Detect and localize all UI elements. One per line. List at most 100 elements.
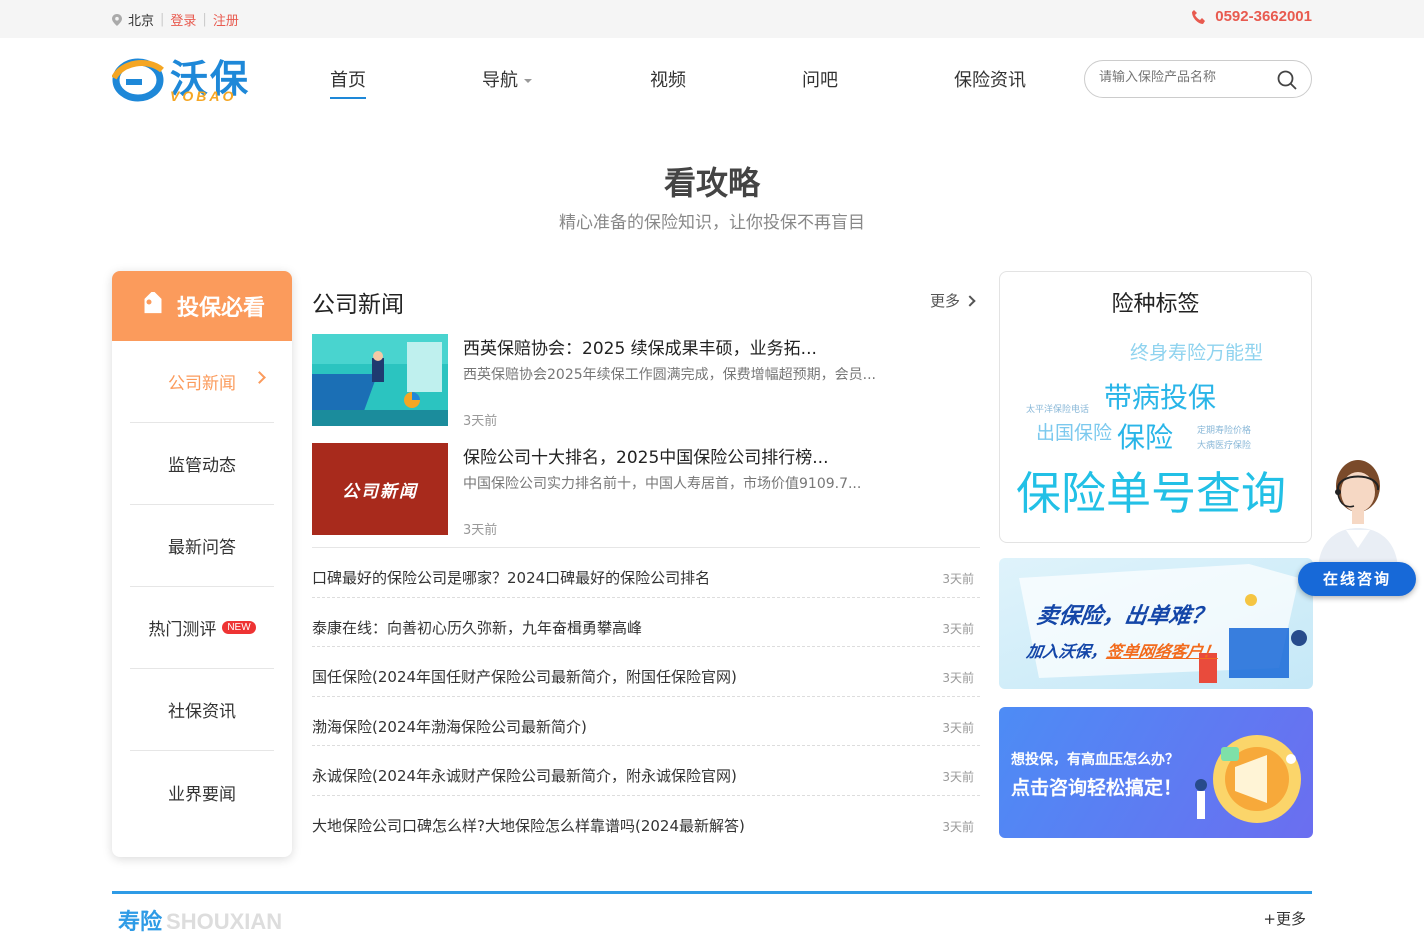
list-item-time: 3天前 [942, 770, 974, 784]
featured-article[interactable]: 公司新闻 保险公司十大排名，2025中国保险公司排行榜... 中国保险公司实力排… [312, 443, 980, 538]
list-item[interactable]: 渤海保险(2024年渤海保险公司最新简介) 3天前 [312, 695, 980, 746]
location-pin-icon [112, 13, 122, 26]
list-item-time: 3天前 [942, 621, 974, 636]
agent-avatar [1318, 460, 1398, 572]
search-box [1084, 60, 1312, 98]
list-item[interactable]: 永诚保险(2024年永诚财产保险公司最新简介，附永诚保险官网) 3天前 [312, 745, 980, 795]
nav-video[interactable]: 视频 [650, 66, 686, 92]
list-item[interactable]: 大地保险公司口碑怎么样?大地保险怎么样靠谱吗(2024最新解答) 3天前 [312, 794, 980, 845]
banner-subline-part: 加入沃保， [1025, 642, 1109, 661]
banner-cta: 点击咨询轻松搞定！ [1011, 777, 1183, 799]
sidebar-item-latest-qa[interactable]: 最新问答 [130, 505, 274, 587]
sidebar-item-social-security[interactable]: 社保资讯 [130, 669, 274, 751]
tag-link[interactable]: 大病医疗保险 [1197, 438, 1251, 451]
section-title-en: SHOUXIAN [166, 909, 283, 933]
city-selector[interactable]: 北京 [128, 10, 154, 29]
sidebar-item-label: 公司新闻 [168, 374, 236, 394]
divider: | [202, 12, 207, 27]
list-item-time: 3天前 [942, 819, 974, 834]
nav-home[interactable]: 首页 [330, 66, 366, 99]
tag-link[interactable]: 终身寿险万能型 [1130, 338, 1263, 365]
login-link[interactable]: 登录 [170, 10, 196, 29]
online-consult-button[interactable]: 在线咨询 [1298, 562, 1416, 596]
list-item-title[interactable]: 永诚保险(2024年永诚财产保险公司最新简介，附永诚保险官网) [312, 765, 737, 786]
tag-cloud: 险种标签 终身寿险万能型 带病投保 太平洋保险电话 出国保险 保险 定期寿险价格… [999, 271, 1312, 543]
logo-mark-icon [112, 58, 164, 102]
agent-recruit-banner[interactable]: 卖保险，出单难？ 加入沃保，签单网络客户！ [999, 558, 1313, 689]
hotline: 0592-3662001 [1191, 8, 1312, 25]
office-illustration [312, 334, 448, 426]
article-title[interactable]: 保险公司十大排名，2025中国保险公司排行榜... [463, 443, 828, 468]
hotline-number: 0592-3662001 [1215, 8, 1312, 25]
sidebar-item-company-news[interactable]: 公司新闻 [130, 341, 274, 423]
search-icon[interactable] [1277, 70, 1297, 90]
list-item-time: 3天前 [942, 720, 974, 735]
tag-link[interactable]: 太平洋保险电话 [1026, 402, 1089, 415]
tag-link[interactable]: 保险单号查询 [1016, 457, 1286, 522]
tag-link[interactable]: 带病投保 [1104, 376, 1216, 416]
article-thumbnail[interactable]: 公司新闻 [312, 443, 448, 535]
chevron-right-icon [253, 371, 266, 384]
banner-subline-highlight: 签单网络客户！ [1105, 642, 1221, 661]
online-consult-widget[interactable]: 在线咨询 [1296, 452, 1420, 598]
list-item-title[interactable]: 口碑最好的保险公司是哪家？2024口碑最好的保险公司排名 [312, 567, 710, 588]
nav-news[interactable]: 保险资讯 [954, 66, 1026, 92]
article-thumbnail[interactable] [312, 334, 448, 426]
logo-subtext: VOBAO [170, 88, 237, 104]
list-item[interactable]: 口碑最好的保险公司是哪家？2024口碑最好的保险公司排名 3天前 [312, 547, 980, 597]
search-input[interactable] [1099, 70, 1269, 85]
sidebar-item-label: 监管动态 [168, 456, 236, 476]
article-time: 3天前 [463, 523, 498, 538]
list-item-time: 3天前 [942, 671, 974, 685]
more-label: 更多 [930, 292, 961, 310]
sidebar-item-label: 业界要闻 [168, 784, 236, 805]
sidebar-item-regulation[interactable]: 监管动态 [130, 423, 274, 505]
list-item-title[interactable]: 泰康在线：向善初心历久弥新，九年奋楫勇攀高峰 [312, 617, 642, 638]
sidebar-item-label: 热门测评 [148, 620, 217, 640]
site-logo[interactable]: 沃保 VOBAO [112, 52, 272, 106]
nav-qa[interactable]: 问吧 [802, 66, 838, 92]
tag-icon [144, 292, 162, 314]
banner-headline: 想投保，有高血压怎么办？ [1011, 752, 1179, 768]
location-area: 北京 | 登录 | 注册 [112, 10, 239, 29]
category-sidebar: 投保必看 公司新闻 监管动态 最新问答 热门测评 NEW 社保资讯 业界要闻 [112, 271, 292, 857]
consult-banner[interactable]: 想投保，有高血压怎么办？ 点击咨询轻松搞定！ [999, 707, 1313, 838]
register-link[interactable]: 注册 [213, 10, 239, 29]
tag-link[interactable]: 保险 [1117, 416, 1173, 456]
sidebar-header: 投保必看 [112, 271, 292, 341]
tag-link[interactable]: 定期寿险价格 [1197, 423, 1251, 436]
divider: | [160, 12, 165, 27]
sidebar-item-label: 最新问答 [168, 538, 236, 558]
sidebar-title: 投保必看 [176, 296, 265, 321]
news-more-link[interactable]: 更多 [930, 290, 976, 311]
chevron-down-icon [524, 79, 532, 83]
life-insurance-title: 寿险 SHOUXIAN [118, 904, 282, 933]
new-badge: NEW [222, 621, 256, 634]
sidebar-item-industry[interactable]: 业界要闻 [130, 751, 274, 833]
section-subtitle: 精心准备的保险知识，让你投保不再盲目 [559, 213, 865, 233]
chevron-right-icon [964, 294, 976, 307]
article-title[interactable]: 西英保赔协会：2025 续保成果丰硕，业务拓... [463, 334, 817, 359]
banner-headline: 卖保险，出单难？ [1034, 604, 1215, 629]
list-item-title[interactable]: 渤海保险(2024年渤海保险公司最新简介) [312, 716, 587, 737]
list-item-title[interactable]: 国任保险(2024年国任财产保险公司最新简介，附国任保险官网) [312, 666, 737, 687]
nav-guide[interactable]: 导航 [482, 66, 532, 92]
list-item[interactable]: 泰康在线：向善初心历久弥新，九年奋楫勇攀高峰 3天前 [312, 596, 980, 647]
thumbnail-text: 公司新闻 [342, 481, 418, 502]
nav-guide-label: 导航 [482, 70, 518, 91]
list-item-title[interactable]: 大地保险公司口碑怎么样?大地保险怎么样靠谱吗(2024最新解答) [312, 815, 745, 836]
sidebar-item-label: 社保资讯 [168, 702, 236, 722]
life-insurance-more-link[interactable]: +更多 [1263, 908, 1306, 929]
tag-cloud-title: 险种标签 [1111, 292, 1200, 317]
featured-article[interactable]: 西英保赔协会：2025 续保成果丰硕，业务拓... 西英保赔协会2025年续保工… [312, 334, 980, 429]
section-title: 看攻略 [663, 164, 760, 202]
list-item[interactable]: 国任保险(2024年国任财产保险公司最新简介，附国任保险官网) 3天前 [312, 646, 980, 696]
banner-subline: 加入沃保，签单网络客户！ [1025, 638, 1220, 662]
article-summary: 中国保险公司实力排名前十，中国人寿居首，市场价值9109.7... [463, 476, 862, 492]
tag-link[interactable]: 出国保险 [1036, 418, 1112, 445]
top-bar: 北京 | 登录 | 注册 0592-3662001 [0, 0, 1424, 38]
article-time: 3天前 [463, 414, 498, 429]
sidebar-item-reviews[interactable]: 热门测评 NEW [130, 587, 274, 669]
phone-icon [1192, 9, 1206, 24]
article-summary: 西英保赔协会2025年续保工作圆满完成，保费增幅超预期，会员... [463, 367, 876, 383]
